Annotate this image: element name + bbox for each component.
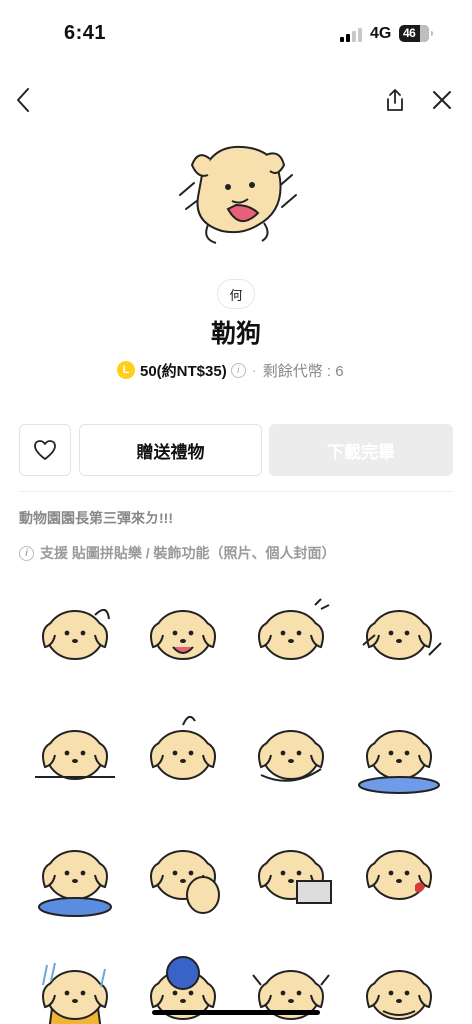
close-icon [433, 91, 451, 109]
download-button[interactable]: 下載完畢 [269, 424, 453, 476]
sticker-dog-shy[interactable] [241, 585, 341, 685]
favorite-button[interactable] [19, 424, 71, 476]
share-icon [387, 89, 403, 111]
info-icon: i [19, 545, 34, 561]
sticker-dog-raincoat[interactable] [25, 945, 125, 1024]
sticker-dog-running[interactable] [349, 585, 449, 685]
back-button[interactable] [8, 84, 40, 116]
action-buttons: 贈送禮物 下載完畢 [19, 424, 453, 476]
remaining-coins: 剩餘代幣 : 6 [262, 362, 344, 380]
sticker-dog-paw[interactable] [133, 825, 233, 925]
sticker-dog-rolling[interactable] [241, 705, 341, 805]
status-bar: 6:41 4G 46 [0, 0, 472, 70]
line-coin-icon: L [117, 361, 135, 379]
sticker-dog-waving[interactable] [25, 585, 125, 685]
separator: · [251, 361, 257, 379]
author-badge[interactable]: 何 [217, 279, 255, 309]
main-sticker-image [172, 135, 302, 255]
heart-icon [34, 440, 56, 460]
sticker-dog-lego-bowl[interactable] [25, 825, 125, 925]
sticker-dog-laptop[interactable] [241, 825, 341, 925]
sticker-dog-butt[interactable] [133, 705, 233, 805]
send-gift-button[interactable]: 贈送禮物 [79, 424, 262, 476]
battery-level: 46 [403, 26, 416, 40]
sticker-dog-arms-crossed[interactable] [349, 945, 449, 1024]
sticker-dog-peeking[interactable] [25, 705, 125, 805]
divider [19, 491, 453, 492]
sticker-dog-sleeping[interactable] [349, 705, 449, 805]
support-text: 支援 貼圖拼貼樂 / 裝飾功能（照片、個人封面） [40, 545, 336, 561]
network-type: 4G [370, 25, 392, 42]
price: 50(約NT$35) [140, 362, 227, 380]
sticker-description: 動物園園長第三彈來ㄉ!!! [19, 510, 173, 526]
signal-strength-icon [340, 28, 364, 42]
home-indicator [152, 1010, 320, 1015]
top-navigation [0, 80, 472, 120]
battery-icon: 46 [399, 25, 433, 42]
sticker-title: 勒狗 [210, 320, 261, 348]
sticker-dog-heart[interactable] [349, 825, 449, 925]
price-row: L 50(約NT$35) i · 剩餘代幣 : 6 [117, 358, 344, 382]
support-features: i 支援 貼圖拼貼樂 / 裝飾功能（照片、個人封面） [19, 543, 336, 563]
close-button[interactable] [426, 84, 458, 116]
sticker-dog-crying[interactable] [133, 585, 233, 685]
chevron-left-icon [17, 88, 29, 112]
status-time: 6:41 [64, 22, 107, 44]
price-info-icon[interactable]: i [230, 362, 246, 378]
share-button[interactable] [379, 84, 411, 116]
